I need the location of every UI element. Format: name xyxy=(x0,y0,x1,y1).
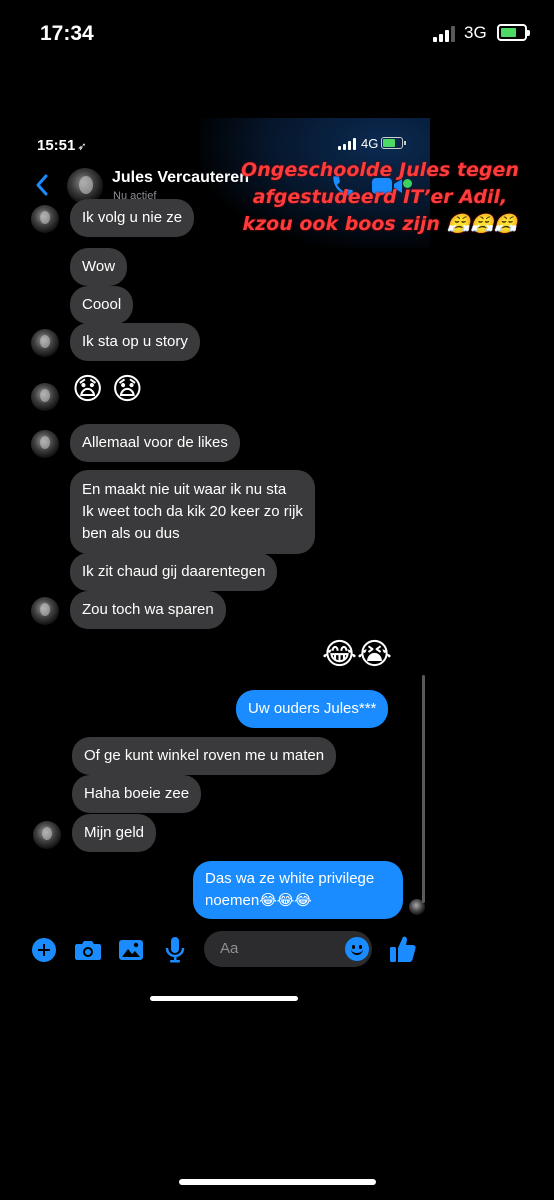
message-input[interactable]: Aa xyxy=(204,931,372,967)
message-bubble[interactable]: Ik volg u nie ze xyxy=(70,199,195,237)
message-input-placeholder: Aa xyxy=(220,940,239,957)
message-bubble[interactable]: Allemaal voor de likes xyxy=(70,424,240,462)
contact-avatar-small xyxy=(31,329,59,357)
emoji-message-sent[interactable]: 😂😭 xyxy=(322,638,392,672)
inner-network-label: 4G xyxy=(361,136,379,151)
message-bubble[interactable]: Of ge kunt winkel roven me u maten xyxy=(72,737,337,775)
location-arrow-icon: ➶ xyxy=(77,141,87,153)
message-bubble[interactable]: Coool xyxy=(70,286,134,324)
outer-status-bar: 17:34 3G xyxy=(0,0,554,70)
camera-icon[interactable] xyxy=(74,938,102,962)
thumbs-up-icon[interactable] xyxy=(389,934,417,964)
contact-avatar-small xyxy=(31,597,59,625)
message-bubble[interactable]: En maakt nie uit waar ik nu sta Ik weet … xyxy=(70,470,315,554)
inner-battery-icon xyxy=(381,137,406,149)
inner-screenshot: 15:51 ➶ 4G Jules Vercauteren Nu actief Ik… xyxy=(0,118,554,1008)
message-bubble[interactable]: Zou toch wa sparen xyxy=(70,591,226,629)
message-bubble[interactable]: Ik sta op u story xyxy=(70,323,200,361)
contact-avatar-small xyxy=(31,383,59,411)
emoji-icon[interactable] xyxy=(345,937,369,961)
message-bubble[interactable]: Mijn geld xyxy=(72,814,157,852)
message-bubble-sent[interactable]: Das wa ze white privilege noemen😂😂😂 xyxy=(193,861,403,919)
plus-icon[interactable] xyxy=(32,938,56,962)
outer-home-indicator xyxy=(179,1179,376,1185)
back-icon[interactable] xyxy=(34,173,50,197)
outer-network-label: 3G xyxy=(464,23,487,42)
mic-icon[interactable] xyxy=(164,936,186,964)
message-bubble[interactable]: Wow xyxy=(70,248,128,286)
contact-avatar-small xyxy=(31,205,59,233)
message-bubble-sent[interactable]: Uw ouders Jules*** xyxy=(236,690,389,728)
inner-home-indicator xyxy=(150,996,298,1001)
contact-avatar-small xyxy=(33,821,61,849)
emoji-message[interactable]: 😧 😧 xyxy=(72,373,143,407)
inner-clock: 15:51 ➶ xyxy=(37,137,87,154)
gallery-icon[interactable] xyxy=(118,938,144,962)
overlay-caption: Ongeschoolde Jules tegen afgestudeerd IT… xyxy=(241,159,519,235)
battery-icon xyxy=(497,24,530,41)
contact-avatar-small xyxy=(31,430,59,458)
signal-icon xyxy=(433,26,459,42)
message-bubble[interactable]: Ik zit chaud gij daarentegen xyxy=(70,553,278,591)
scrollbar[interactable] xyxy=(422,675,425,903)
outer-clock: 17:34 xyxy=(40,22,94,45)
message-bubble[interactable]: Haha boeie zee xyxy=(72,775,202,813)
inner-signal-icon xyxy=(338,138,358,150)
